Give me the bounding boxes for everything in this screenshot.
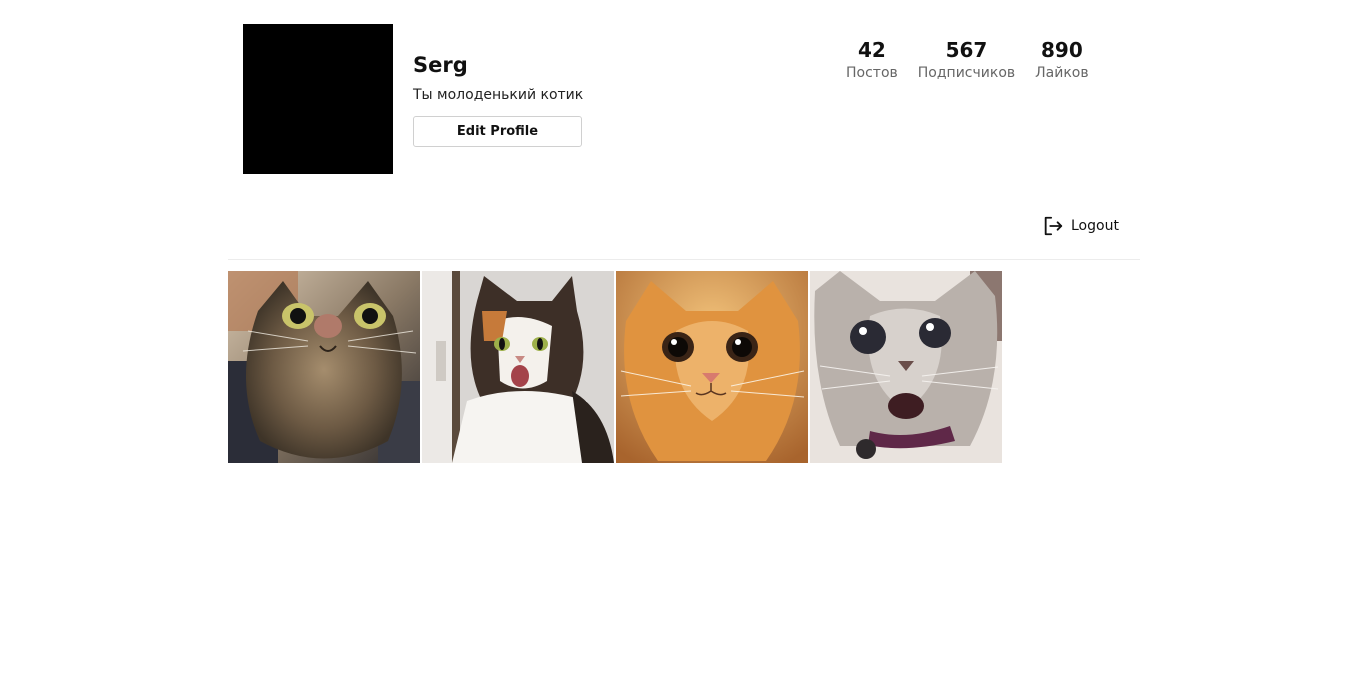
grey-tabby-cat-photo [810,271,1002,463]
post-thumbnail[interactable] [228,271,420,463]
logout-label: Logout [1071,218,1119,234]
stat-posts: 42 Постов [836,38,908,83]
stat-label: Лайков [1035,65,1089,81]
edit-profile-button[interactable]: Edit Profile [413,116,582,147]
divider [228,259,1140,260]
profile-info: Serg Ты молоденький котик Edit Profile [413,52,583,147]
post-thumbnail[interactable] [616,271,808,463]
stat-value: 890 [1041,38,1083,62]
stat-value: 567 [945,38,988,62]
stat-label: Подписчиков [917,65,1016,81]
logout-icon [1042,215,1064,237]
stats: 42 Постов 567 Подписчиков 890 Лайков [836,38,1099,83]
posts-grid [228,271,1002,463]
stat-label: Постов [846,65,898,81]
post-thumbnail[interactable] [810,271,1002,463]
ginger-cat-photo [616,271,808,463]
tabby-cat-photo [228,271,420,463]
post-thumbnail[interactable] [422,271,614,463]
logout-button[interactable]: Logout [1042,215,1119,237]
bio: Ты молоденький котик [413,87,584,103]
username: Serg [413,53,468,77]
avatar[interactable] [243,24,393,174]
calico-cat-photo [422,271,614,463]
stat-likes: 890 Лайков [1025,38,1098,83]
stat-value: 42 [857,38,886,62]
profile-page: Serg Ты молоденький котик Edit Profile 4… [0,0,1366,683]
stat-followers: 567 Подписчиков [908,38,1025,83]
